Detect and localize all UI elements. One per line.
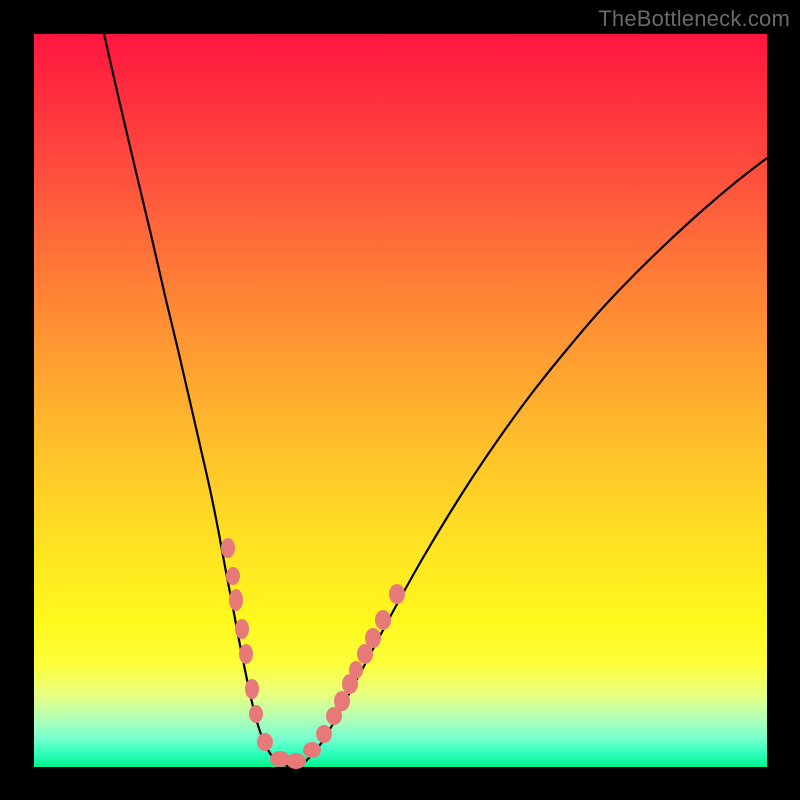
bead — [221, 538, 235, 558]
bead — [235, 619, 249, 639]
bead — [389, 584, 405, 604]
bead — [249, 705, 263, 723]
data-beads — [221, 538, 405, 769]
bead — [365, 628, 381, 648]
bead — [226, 567, 240, 585]
bead — [303, 742, 321, 758]
watermark-text: TheBottleneck.com — [598, 6, 790, 32]
bead — [349, 661, 363, 679]
bead — [286, 753, 306, 769]
left-curve — [104, 34, 292, 767]
bottleneck-chart — [34, 34, 767, 767]
bead — [245, 679, 259, 699]
right-curve — [292, 158, 767, 767]
bead — [316, 725, 332, 743]
bead — [229, 589, 243, 611]
chart-svg — [34, 34, 767, 767]
bead — [375, 610, 391, 630]
bead — [334, 691, 350, 711]
bead — [257, 733, 273, 751]
bead — [239, 644, 253, 664]
